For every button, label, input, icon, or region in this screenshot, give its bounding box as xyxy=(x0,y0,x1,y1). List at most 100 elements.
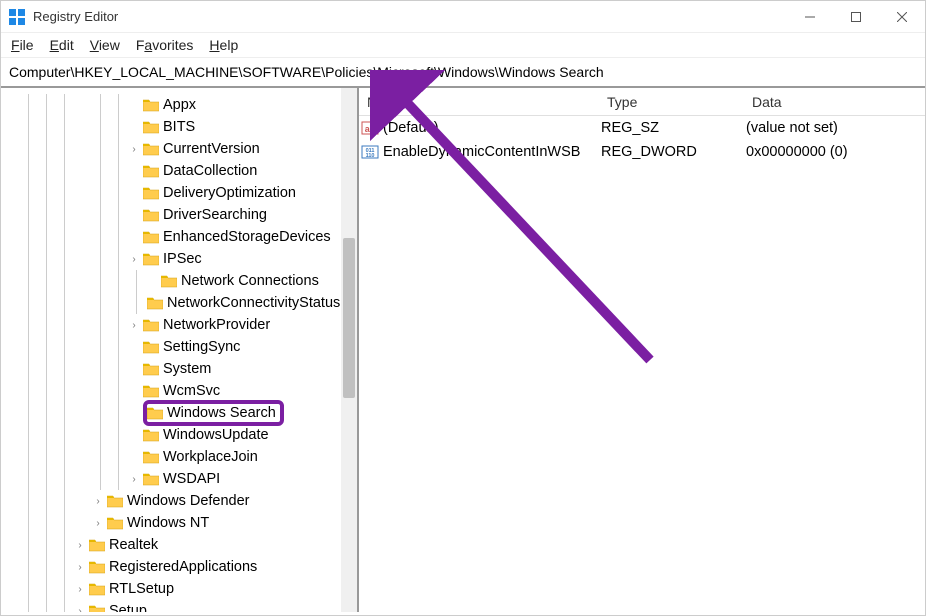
expander-icon[interactable]: › xyxy=(91,496,105,507)
folder-icon xyxy=(143,142,159,156)
tree-item[interactable]: ›RegisteredApplications xyxy=(1,556,357,578)
tree-item[interactable]: BITS xyxy=(1,116,357,138)
value-type: REG_DWORD xyxy=(601,144,746,160)
tree-item-label: WSDAPI xyxy=(163,471,220,487)
tree-item[interactable]: Windows Search xyxy=(1,402,357,424)
tree-item[interactable]: DeliveryOptimization xyxy=(1,182,357,204)
tree-item-label: IPSec xyxy=(163,251,202,267)
value-row[interactable]: ab (Default) REG_SZ(value not set) xyxy=(359,116,925,140)
menu-file[interactable]: File xyxy=(11,37,34,53)
tree-item[interactable]: › Windows Defender xyxy=(1,490,357,512)
tree-item-label: Windows NT xyxy=(127,515,209,531)
tree-scrollbar[interactable] xyxy=(341,88,357,612)
tree-item-label: DataCollection xyxy=(163,163,257,179)
folder-icon xyxy=(143,428,159,442)
tree-item[interactable]: Network Connections xyxy=(1,270,357,292)
value-row[interactable]: 011110EnableDynamicContentInWSBREG_DWORD… xyxy=(359,140,925,164)
tree-item[interactable]: WorkplaceJoin xyxy=(1,446,357,468)
address-bar[interactable]: Computer\HKEY_LOCAL_MACHINE\SOFTWARE\Pol… xyxy=(1,57,925,88)
tree-item[interactable]: System xyxy=(1,358,357,380)
menubar: File Edit View Favorites Help xyxy=(1,33,925,57)
titlebar: Registry Editor xyxy=(1,1,925,33)
tree-item-label: Realtek xyxy=(109,537,158,553)
tree-item[interactable]: DataCollection xyxy=(1,160,357,182)
expander-icon[interactable]: › xyxy=(127,320,141,331)
tree-item[interactable]: NetworkConnectivityStatusIndicator xyxy=(1,292,357,314)
tree-item[interactable]: ›RTLSetup xyxy=(1,578,357,600)
folder-icon xyxy=(107,494,123,508)
expander-icon[interactable]: › xyxy=(127,474,141,485)
folder-icon xyxy=(143,472,159,486)
tree-pane[interactable]: Appx BITS › CurrentVersion DataCollection Del… xyxy=(1,88,359,612)
value-data: (value not set) xyxy=(746,120,925,136)
expander-icon[interactable]: › xyxy=(91,518,105,529)
tree-item[interactable]: › Realtek xyxy=(1,534,357,556)
close-button[interactable] xyxy=(879,1,925,33)
tree-item[interactable]: › WSDAPI xyxy=(1,468,357,490)
column-header-name[interactable]: Name xyxy=(359,90,599,114)
tree-item-label: EnhancedStorageDevices xyxy=(163,229,331,245)
folder-icon xyxy=(143,340,159,354)
tree-item-label: System xyxy=(163,361,211,377)
folder-icon xyxy=(147,296,163,310)
list-pane[interactable]: Name Type Data ab (Default) REG_SZ(value n… xyxy=(359,88,925,612)
svg-text:110: 110 xyxy=(366,153,375,159)
column-header-type[interactable]: Type xyxy=(599,90,744,114)
reg-string-icon: ab xyxy=(361,119,379,137)
svg-text:ab: ab xyxy=(365,124,376,134)
tree-item-label: Network Connections xyxy=(181,273,319,289)
tree-item[interactable]: › Setup xyxy=(1,600,357,612)
app-icon xyxy=(9,9,25,25)
tree-item-label: Windows Defender xyxy=(127,493,250,509)
titlebar-left: Registry Editor xyxy=(9,9,118,25)
tree-item[interactable]: Appx xyxy=(1,94,357,116)
value-name: (Default) xyxy=(383,120,439,136)
minimize-button[interactable] xyxy=(787,1,833,33)
tree-item[interactable]: EnhancedStorageDevices xyxy=(1,226,357,248)
expander-icon[interactable]: › xyxy=(73,606,87,613)
tree-item-label: NetworkConnectivityStatusIndicator xyxy=(167,295,359,311)
tree-item-label: CurrentVersion xyxy=(163,141,260,157)
folder-icon xyxy=(143,450,159,464)
tree-item-label: WcmSvc xyxy=(163,383,220,399)
tree-item[interactable]: SettingSync xyxy=(1,336,357,358)
expander-icon[interactable]: › xyxy=(73,540,87,551)
tree-scroll-thumb[interactable] xyxy=(343,238,355,398)
tree-item[interactable]: › NetworkProvider xyxy=(1,314,357,336)
menu-favorites[interactable]: Favorites xyxy=(136,37,194,53)
window-controls xyxy=(787,1,925,33)
folder-icon xyxy=(143,230,159,244)
tree-item-label: DeliveryOptimization xyxy=(163,185,296,201)
main-pane: Appx BITS › CurrentVersion DataCollection Del… xyxy=(1,88,925,612)
tree-item-label: SettingSync xyxy=(163,339,240,355)
maximize-button[interactable] xyxy=(833,1,879,33)
value-name: EnableDynamicContentInWSB xyxy=(383,144,580,160)
expander-icon[interactable]: › xyxy=(127,144,141,155)
tree-item[interactable]: › Windows NT xyxy=(1,512,357,534)
tree-item-label: Appx xyxy=(163,97,196,113)
folder-icon xyxy=(89,538,105,552)
folder-icon xyxy=(143,252,159,266)
tree-item[interactable]: WindowsUpdate xyxy=(1,424,357,446)
folder-icon xyxy=(89,604,105,612)
tree-item[interactable]: › IPSec xyxy=(1,248,357,270)
tree-item-label: WindowsUpdate xyxy=(163,427,269,443)
tree-item[interactable]: DriverSearching xyxy=(1,204,357,226)
value-data: 0x00000000 (0) xyxy=(746,144,925,160)
expander-icon[interactable]: › xyxy=(73,584,87,595)
value-type: REG_SZ xyxy=(601,120,746,136)
folder-icon xyxy=(143,208,159,222)
menu-view[interactable]: View xyxy=(90,37,120,53)
tree-item-label: NetworkProvider xyxy=(163,317,270,333)
column-header-data[interactable]: Data xyxy=(744,90,925,114)
tree-item[interactable]: › CurrentVersion xyxy=(1,138,357,160)
menu-edit[interactable]: Edit xyxy=(50,37,74,53)
menu-help[interactable]: Help xyxy=(209,37,238,53)
folder-icon xyxy=(143,186,159,200)
tree-item[interactable]: WcmSvc xyxy=(1,380,357,402)
folder-icon xyxy=(143,120,159,134)
folder-icon xyxy=(161,274,177,288)
expander-icon[interactable]: › xyxy=(127,254,141,265)
expander-icon[interactable]: › xyxy=(73,562,87,573)
tree-item-label: Setup xyxy=(109,603,147,612)
